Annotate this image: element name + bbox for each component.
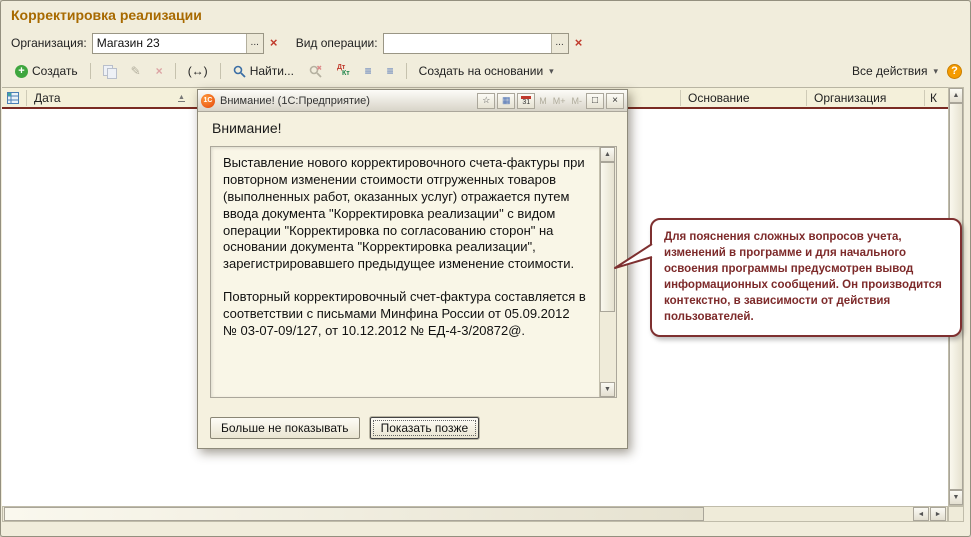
create-plus-icon: + (15, 64, 28, 78)
toolbar: + Создать ✎ × (↔) Найти... Дт Кт ≡ ≡ Созд… (9, 59, 962, 83)
find-button-label: Найти... (249, 64, 294, 78)
scroll-up-button[interactable]: ▲ (949, 88, 963, 103)
dialog-scroll-up-button[interactable]: ▲ (600, 147, 615, 162)
dialog-scroll-down-button[interactable]: ▼ (600, 382, 615, 397)
chevron-down-icon: ▾ (933, 65, 938, 76)
list-settings-icon[interactable] (7, 92, 19, 104)
calculator-icon[interactable]: ▦ (497, 92, 516, 109)
horizontal-scroll-thumb[interactable] (4, 507, 704, 521)
list-view-alt-button[interactable]: ≡ (381, 60, 400, 82)
search-icon (233, 65, 246, 78)
list-alt-icon: ≡ (386, 64, 394, 78)
organization-field: ... (91, 32, 264, 54)
delete-button[interactable]: × (150, 60, 169, 82)
sort-ascending-icon: ▲ (178, 94, 185, 102)
dt-kt-button[interactable]: Дт Кт (331, 60, 356, 82)
copy-icon (102, 64, 117, 79)
show-later-button[interactable]: Показать позже (369, 417, 480, 439)
toolbar-separator (219, 63, 221, 79)
create-button[interactable]: + Создать (9, 60, 84, 82)
column-separator (806, 90, 807, 106)
copy-button[interactable] (97, 60, 122, 82)
all-actions-button[interactable]: Все действия ▾ (846, 60, 944, 82)
column-separator (680, 90, 681, 106)
dialog-message-box: Выставление нового корректировочного сче… (210, 146, 617, 398)
toolbar-separator (405, 63, 407, 79)
operation-kind-clear-button[interactable]: × (571, 34, 587, 52)
callout-tail (613, 241, 653, 273)
cancel-search-button[interactable] (303, 60, 328, 82)
help-button[interactable]: ? (947, 63, 962, 79)
scroll-right-button[interactable]: ► (930, 507, 946, 521)
toolbar-separator (174, 63, 176, 79)
column-header-date[interactable]: Дата (34, 91, 61, 105)
1c-logo-icon: 1С (201, 93, 215, 108)
dialog-heading: Внимание! (212, 120, 282, 136)
operation-kind-field: ... (382, 32, 569, 54)
close-button[interactable]: × (606, 92, 624, 109)
column-header-cut[interactable]: К (930, 91, 937, 105)
horizontal-scrollbar[interactable]: ◄ ► (2, 506, 948, 522)
organization-clear-button[interactable]: × (266, 34, 282, 52)
edit-icon: ✎ (130, 64, 141, 78)
organization-input[interactable] (91, 32, 264, 54)
filter-row: Организация: ... × Вид операции: ... × (11, 32, 601, 54)
dialog-title: Внимание! (1С:Предприятие) (220, 94, 370, 107)
interval-icon: (↔) (187, 64, 208, 78)
dt-kt-icon: Дт Кт (336, 64, 350, 77)
dialog-message-paragraph: Выставление нового корректировочного сче… (223, 155, 585, 272)
chevron-down-icon: ▾ (549, 65, 554, 76)
operation-kind-label: Вид операции: (295, 36, 378, 50)
scrollbar-corner (948, 506, 964, 522)
page-title: Корректировка реализации (11, 7, 202, 23)
create-based-on-button[interactable]: Создать на основании ▾ (413, 60, 560, 82)
set-interval-button[interactable]: (↔) (182, 60, 214, 82)
edit-button[interactable]: ✎ (125, 60, 147, 82)
organization-label: Организация: (11, 36, 87, 50)
toolbar-separator (89, 63, 91, 79)
operation-kind-picker-button[interactable]: ... (550, 33, 568, 53)
calendar-icon[interactable]: 31 (517, 92, 536, 109)
search-clear-icon (309, 65, 322, 78)
column-separator (26, 90, 27, 106)
create-button-label: Создать (32, 64, 78, 78)
dont-show-again-button[interactable]: Больше не показывать (210, 417, 360, 439)
column-header-basis[interactable]: Основание (688, 91, 750, 105)
dialog-titlebar[interactable]: 1С Внимание! (1С:Предприятие) ☆ ▦ 31 M M… (198, 90, 627, 112)
all-actions-label: Все действия (852, 64, 928, 78)
memory-button[interactable]: M (537, 96, 549, 106)
column-separator (924, 90, 925, 106)
callout-text: Для пояснения сложных вопросов учета, из… (664, 231, 942, 324)
memory-plus-button[interactable]: M+ (551, 96, 568, 106)
dialog-scroll-thumb[interactable] (600, 162, 615, 312)
organization-picker-button[interactable]: ... (245, 33, 263, 53)
scroll-left-button[interactable]: ◄ (913, 507, 929, 521)
memory-minus-button[interactable]: M- (570, 96, 585, 106)
info-callout-bubble: Для пояснения сложных вопросов учета, из… (650, 218, 962, 337)
maximize-button[interactable]: □ (586, 92, 604, 109)
find-button[interactable]: Найти... (227, 60, 300, 82)
dialog-message-paragraph: Повторный корректировочный счет-фактура … (223, 289, 586, 339)
delete-icon: × (155, 64, 163, 78)
dialog-buttons: Больше не показывать Показать позже (210, 417, 480, 439)
dialog-titlebar-buttons: ☆ ▦ 31 M M+ M- □ × (477, 92, 624, 109)
scroll-down-button[interactable]: ▼ (949, 490, 963, 505)
favorites-star-icon[interactable]: ☆ (477, 92, 496, 109)
attention-dialog: 1С Внимание! (1С:Предприятие) ☆ ▦ 31 M M… (197, 89, 628, 449)
list-icon: ≡ (364, 64, 372, 78)
app-window: Корректировка реализации Организация: ..… (0, 0, 971, 537)
operation-kind-input[interactable] (382, 32, 569, 54)
list-view-button[interactable]: ≡ (359, 60, 378, 82)
column-header-organization[interactable]: Организация (814, 91, 886, 105)
create-based-on-label: Создать на основании (418, 64, 544, 78)
